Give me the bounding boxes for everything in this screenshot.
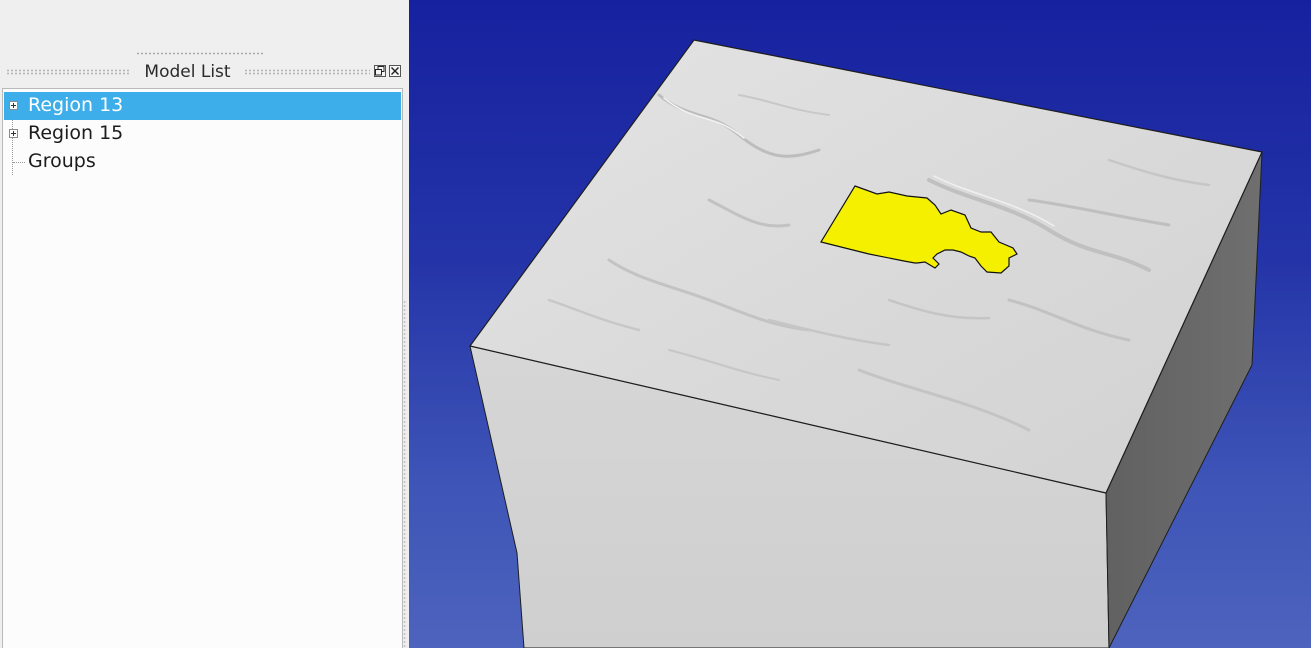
dock-drag-handle[interactable] [136,52,264,55]
tree-item-region-15[interactable]: Region 15 [4,120,401,148]
tree-item-region-13[interactable]: Region 13 [4,92,401,120]
tree-item-label: Groups [28,150,96,172]
float-dock-button[interactable] [374,65,386,77]
application-window: Model List Region 13 Region 15 Groups [0,0,1311,648]
model-list-dock: Model List Region 13 Region 15 Groups [0,0,409,648]
dock-splitter[interactable] [403,300,407,648]
dock-title: Model List [144,62,231,82]
close-dock-button[interactable] [389,65,401,77]
dock-titlebar[interactable]: Model List [0,60,409,86]
titlebar-grip-right [244,69,370,75]
tree-item-groups[interactable]: Groups [4,148,401,176]
tree-item-label: Region 13 [28,94,124,116]
3d-viewport[interactable] [409,0,1311,648]
tree-item-label: Region 15 [28,122,124,144]
model-tree[interactable]: Region 13 Region 15 Groups [2,88,403,648]
expand-plus-icon[interactable] [9,101,18,110]
terrain-block-render [468,39,1263,648]
expand-plus-icon[interactable] [9,129,18,138]
titlebar-grip-left [6,69,130,75]
restore-window-icon [375,66,385,76]
close-icon [391,67,399,75]
